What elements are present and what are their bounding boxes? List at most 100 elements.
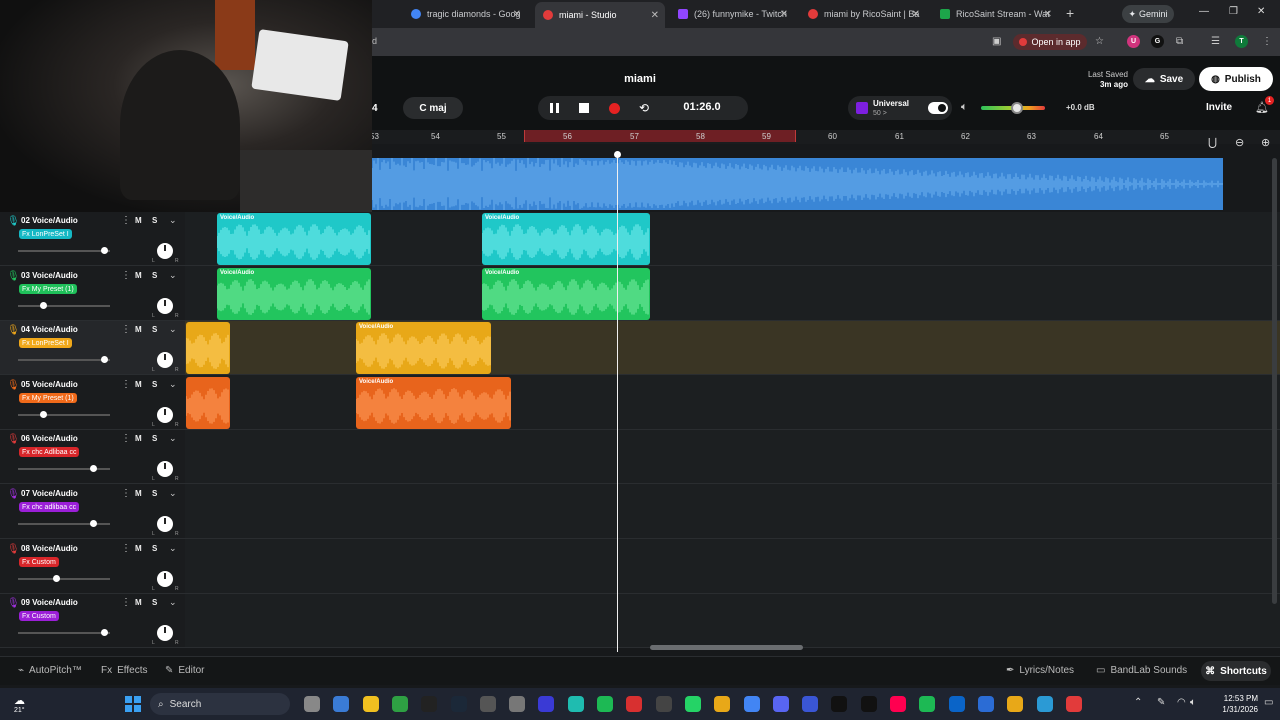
audio-clip[interactable]: Voice/Audio (482, 268, 650, 320)
chevron-down-icon[interactable]: ⌄ (169, 379, 177, 390)
pan-knob[interactable] (157, 461, 173, 477)
lyrics-notes-button[interactable]: ✒ Lyrics/Notes (1006, 665, 1074, 676)
spotify-icon[interactable] (597, 696, 613, 712)
track-menu-icon[interactable]: ⋮ (121, 597, 131, 608)
track-name[interactable]: 09 Voice/Audio (21, 598, 78, 607)
close-icon[interactable]: ✕ (780, 9, 788, 20)
steam-icon[interactable] (450, 696, 467, 712)
close-icon[interactable]: ✕ (651, 10, 659, 21)
close-icon[interactable]: ✕ (1044, 9, 1052, 20)
weather-widget[interactable]: ☁ 21° (14, 694, 25, 714)
pan-knob[interactable] (157, 407, 173, 423)
track-header[interactable]: 🎙︎ 08 Voice/Audio Fx Custom ⋮ M S ⌄ L R (0, 540, 185, 594)
app-icon[interactable] (538, 696, 555, 712)
system-clock[interactable]: 12:53 PM 1/31/2026 (1206, 693, 1258, 715)
solo-button[interactable]: S (152, 544, 157, 553)
playhead-handle[interactable] (614, 151, 621, 158)
chevron-down-icon[interactable]: ⌄ (169, 324, 177, 335)
chevron-down-icon[interactable]: ⌄ (169, 488, 177, 499)
extension-icon[interactable]: U (1127, 35, 1140, 48)
tab-bandlab-track[interactable]: miami by RicoSaint | Ba ✕ (800, 4, 926, 24)
track-menu-icon[interactable]: ⋮ (121, 488, 131, 499)
track-volume-knob[interactable] (40, 302, 47, 309)
chevron-down-icon[interactable]: ⌄ (169, 543, 177, 554)
settings-icon[interactable] (509, 696, 526, 712)
track-volume-slider[interactable] (18, 578, 110, 580)
tray-chevron-icon[interactable]: ⌃ (1134, 697, 1142, 708)
discord-icon[interactable] (772, 696, 789, 712)
track-name[interactable]: 07 Voice/Audio (21, 489, 78, 498)
new-tab-button[interactable]: + (1066, 5, 1074, 21)
chevron-down-icon[interactable]: ⌄ (169, 597, 177, 608)
tab-stream[interactable]: RicoSaint Stream - Wat ✕ (932, 4, 1058, 24)
track-volume-slider[interactable] (18, 359, 110, 361)
pan-knob[interactable] (157, 625, 173, 641)
track-header[interactable]: 🎙︎ 06 Voice/Audio Fx chc Adlibaa cc ⋮ M S ⌄ L R (0, 430, 185, 484)
playhead[interactable] (617, 152, 618, 652)
app-icon[interactable] (831, 696, 848, 712)
pan-knob[interactable] (157, 516, 173, 532)
track-name[interactable]: 03 Voice/Audio (21, 271, 78, 280)
track-lane[interactable] (185, 376, 1280, 430)
effects-button[interactable]: Fx Effects (101, 665, 148, 676)
pen-tray-icon[interactable]: ✎ (1157, 697, 1165, 708)
whatsapp-icon[interactable] (684, 696, 701, 712)
app-icon[interactable] (567, 696, 584, 712)
media-controls-icon[interactable]: ☰ (1211, 36, 1220, 47)
audio-clip[interactable]: Voice/Audio (356, 377, 511, 429)
window-close-icon[interactable]: ✕ (1257, 6, 1265, 17)
close-icon[interactable]: ✕ (912, 9, 920, 20)
bookmark-star-icon[interactable]: ☆ (1095, 36, 1104, 47)
loop-button[interactable]: ⟲ (636, 100, 652, 116)
publish-button[interactable]: ◍ Publish (1199, 67, 1273, 91)
track-fx-chip[interactable]: Fx My Preset (1) (19, 393, 77, 403)
track-name[interactable]: 06 Voice/Audio (21, 434, 78, 443)
track-name[interactable]: 02 Voice/Audio (21, 216, 78, 225)
track-volume-knob[interactable] (90, 465, 97, 472)
app-icon[interactable] (655, 696, 672, 712)
track-fx-chip[interactable]: Fx Custom (19, 557, 59, 567)
copilot-icon[interactable] (333, 696, 350, 712)
track-header[interactable]: 🎙︎ 07 Voice/Audio Fx chc adlibaa cc ⋮ M S ⌄ L R (0, 485, 185, 539)
shortcuts-button[interactable]: ⌘ Shortcuts (1201, 661, 1271, 681)
track-header[interactable]: 🎙︎ 02 Voice/Audio Fx LonPreSet I ⋮ M S ⌄ L R (0, 212, 185, 266)
app-icon[interactable] (1007, 696, 1024, 712)
cast-icon[interactable]: ▣ (992, 36, 1001, 47)
mute-button[interactable]: M (135, 544, 142, 553)
file-explorer-icon[interactable] (362, 696, 379, 712)
audio-clip[interactable]: Voice/Audio (217, 268, 371, 320)
open-in-app-button[interactable]: Open in app (1013, 34, 1087, 50)
key-selector[interactable]: C maj (403, 97, 463, 119)
track-menu-icon[interactable]: ⋮ (121, 543, 131, 554)
mute-speaker-icon[interactable]: 🔈︎ (961, 101, 968, 114)
track-volume-knob[interactable] (101, 629, 108, 636)
audio-clip[interactable]: Voice/Audio (482, 213, 650, 265)
url-fragment[interactable]: d (372, 36, 377, 46)
zoom-out-icon[interactable]: ⊖ (1235, 136, 1244, 149)
chevron-down-icon[interactable]: ⌄ (169, 433, 177, 444)
gemini-button[interactable]: ✦ Gemini (1122, 5, 1174, 23)
invite-button[interactable]: Invite (1206, 102, 1232, 113)
extension-icon[interactable]: G (1151, 35, 1164, 48)
track-header[interactable]: 🎙︎ 09 Voice/Audio Fx Custom ⋮ M S ⌄ L R (0, 594, 185, 648)
chrome-icon[interactable] (743, 696, 760, 712)
save-button[interactable]: ☁ Save (1133, 68, 1195, 90)
profile-avatar[interactable]: T (1235, 35, 1248, 48)
track-lane[interactable] (185, 540, 1280, 594)
solo-button[interactable]: S (152, 380, 157, 389)
pan-knob[interactable] (157, 352, 173, 368)
magnet-snap-icon[interactable]: ⋃ (1208, 136, 1217, 149)
universal-toggle[interactable] (928, 102, 948, 114)
tab-google[interactable]: tragic diamonds - Goog ✕ (403, 4, 527, 24)
app-icon[interactable] (1036, 696, 1053, 712)
track-fx-chip[interactable]: Fx chc Adlibaa cc (19, 447, 80, 457)
editor-button[interactable]: ✎ Editor (165, 665, 205, 676)
track-name[interactable]: 04 Voice/Audio (21, 325, 78, 334)
track-header[interactable]: 🎙︎ 04 Voice/Audio Fx LonPreSet I ⋮ M S ⌄ L R (0, 321, 185, 375)
solo-button[interactable]: S (152, 434, 157, 443)
pan-knob[interactable] (157, 298, 173, 314)
record-button[interactable] (606, 100, 622, 116)
zoom-in-icon[interactable]: ⊕ (1261, 136, 1270, 149)
time-signature[interactable]: 4 (372, 98, 388, 118)
audio-clip[interactable]: Voice/Audio (356, 322, 491, 374)
